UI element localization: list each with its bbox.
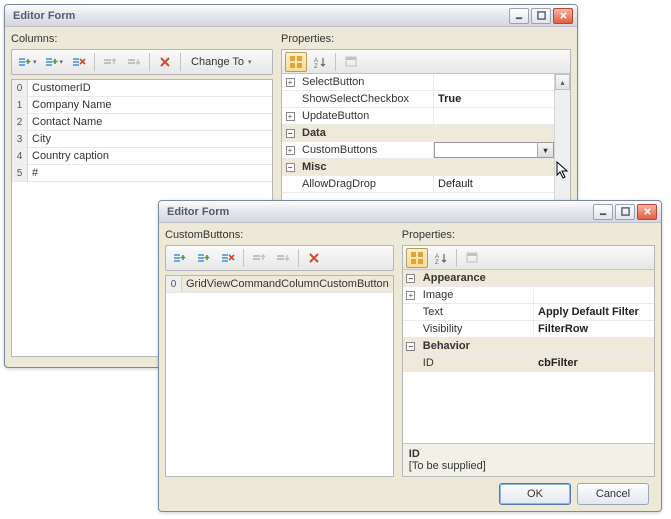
- svg-text:Z: Z: [435, 260, 439, 265]
- move-down-icon[interactable]: [272, 248, 294, 268]
- editor-form-window-front: Editor Form CustomButtons:: [158, 200, 662, 512]
- prop-row-updatebutton[interactable]: +UpdateButton: [282, 108, 554, 125]
- ellipsis-button[interactable]: ▾: [537, 143, 553, 157]
- prop-category-behavior[interactable]: −Behavior: [403, 338, 654, 355]
- alphabetical-icon[interactable]: AZ: [309, 52, 331, 72]
- minimize-button[interactable]: [593, 204, 613, 220]
- svg-text:Z: Z: [314, 64, 318, 69]
- list-item[interactable]: 5#: [12, 165, 272, 182]
- list-item[interactable]: 2Contact Name: [12, 114, 272, 131]
- window-title: Editor Form: [13, 10, 507, 22]
- close-button[interactable]: [637, 204, 657, 220]
- prop-row-text[interactable]: TextApply Default Filter: [403, 304, 654, 321]
- prop-row-selectbutton[interactable]: +SelectButton: [282, 74, 554, 91]
- categorized-icon[interactable]: [285, 52, 307, 72]
- insert-icon[interactable]: ▾: [42, 52, 67, 72]
- property-pages-icon[interactable]: [461, 248, 483, 268]
- list-item[interactable]: 1Company Name: [12, 97, 272, 114]
- description-pane: ID [To be supplied]: [403, 443, 654, 476]
- cancel-button[interactable]: Cancel: [577, 483, 649, 505]
- custombuttons-list[interactable]: 0GridViewCommandColumnCustomButton: [165, 275, 394, 477]
- remove-icon[interactable]: [68, 52, 90, 72]
- prop-row-id[interactable]: IDcbFilter: [403, 355, 654, 372]
- custombuttons-label: CustomButtons:: [165, 229, 394, 241]
- button-bar: OK Cancel: [165, 477, 655, 511]
- scroll-up-icon[interactable]: ▴: [555, 74, 570, 90]
- prop-row-showselectcheckbox[interactable]: ShowSelectCheckboxTrue: [282, 91, 554, 108]
- list-item[interactable]: 0CustomerID: [12, 80, 272, 97]
- window-title: Editor Form: [167, 206, 591, 218]
- prop-category-appearance[interactable]: −Appearance: [403, 270, 654, 287]
- propgrid-toolbar: AZ: [403, 246, 654, 270]
- move-up-icon[interactable]: [99, 52, 121, 72]
- insert-icon[interactable]: [193, 248, 215, 268]
- list-item[interactable]: 0GridViewCommandColumnCustomButton: [166, 276, 393, 293]
- delete-icon[interactable]: [154, 52, 176, 72]
- list-item[interactable]: 3City: [12, 131, 272, 148]
- property-grid: AZ −Appearance +Image TextApply Default …: [402, 245, 655, 477]
- window-body: CustomButtons: 0GridViewCommandColumnCus…: [159, 223, 661, 511]
- maximize-button[interactable]: [531, 8, 551, 24]
- titlebar[interactable]: Editor Form: [159, 201, 661, 223]
- properties-label: Properties:: [281, 33, 571, 45]
- remove-icon[interactable]: [217, 248, 239, 268]
- columns-label: Columns:: [11, 33, 273, 45]
- prop-category-data[interactable]: −Data: [282, 125, 554, 142]
- propgrid-toolbar: AZ: [282, 50, 570, 74]
- description-text: [To be supplied]: [409, 460, 648, 472]
- move-up-icon[interactable]: [248, 248, 270, 268]
- change-to-label: Change To: [191, 56, 244, 68]
- minimize-button[interactable]: [509, 8, 529, 24]
- categorized-icon[interactable]: [406, 248, 428, 268]
- property-pages-icon[interactable]: [340, 52, 362, 72]
- change-to-button[interactable]: Change To▾: [185, 52, 258, 72]
- prop-row-allowdragdrop[interactable]: AllowDragDropDefault: [282, 176, 554, 193]
- columns-toolbar: ▾ ▾ Change To▾: [11, 49, 273, 75]
- list-item[interactable]: 4Country caption: [12, 148, 272, 165]
- prop-row-custombuttons[interactable]: +CustomButtons▾: [282, 142, 554, 159]
- titlebar[interactable]: Editor Form: [5, 5, 577, 27]
- custombuttons-toolbar: [165, 245, 394, 271]
- add-icon[interactable]: ▾: [15, 52, 40, 72]
- property-rows: −Appearance +Image TextApply Default Fil…: [403, 270, 654, 443]
- ok-button[interactable]: OK: [499, 483, 571, 505]
- delete-icon[interactable]: [303, 248, 325, 268]
- prop-category-misc[interactable]: −Misc: [282, 159, 554, 176]
- properties-label: Properties:: [402, 229, 655, 241]
- prop-row-image[interactable]: +Image: [403, 287, 654, 304]
- maximize-button[interactable]: [615, 204, 635, 220]
- close-button[interactable]: [553, 8, 573, 24]
- move-down-icon[interactable]: [123, 52, 145, 72]
- alphabetical-icon[interactable]: AZ: [430, 248, 452, 268]
- description-name: ID: [409, 448, 648, 460]
- add-icon[interactable]: [169, 248, 191, 268]
- prop-row-visibility[interactable]: VisibilityFilterRow: [403, 321, 654, 338]
